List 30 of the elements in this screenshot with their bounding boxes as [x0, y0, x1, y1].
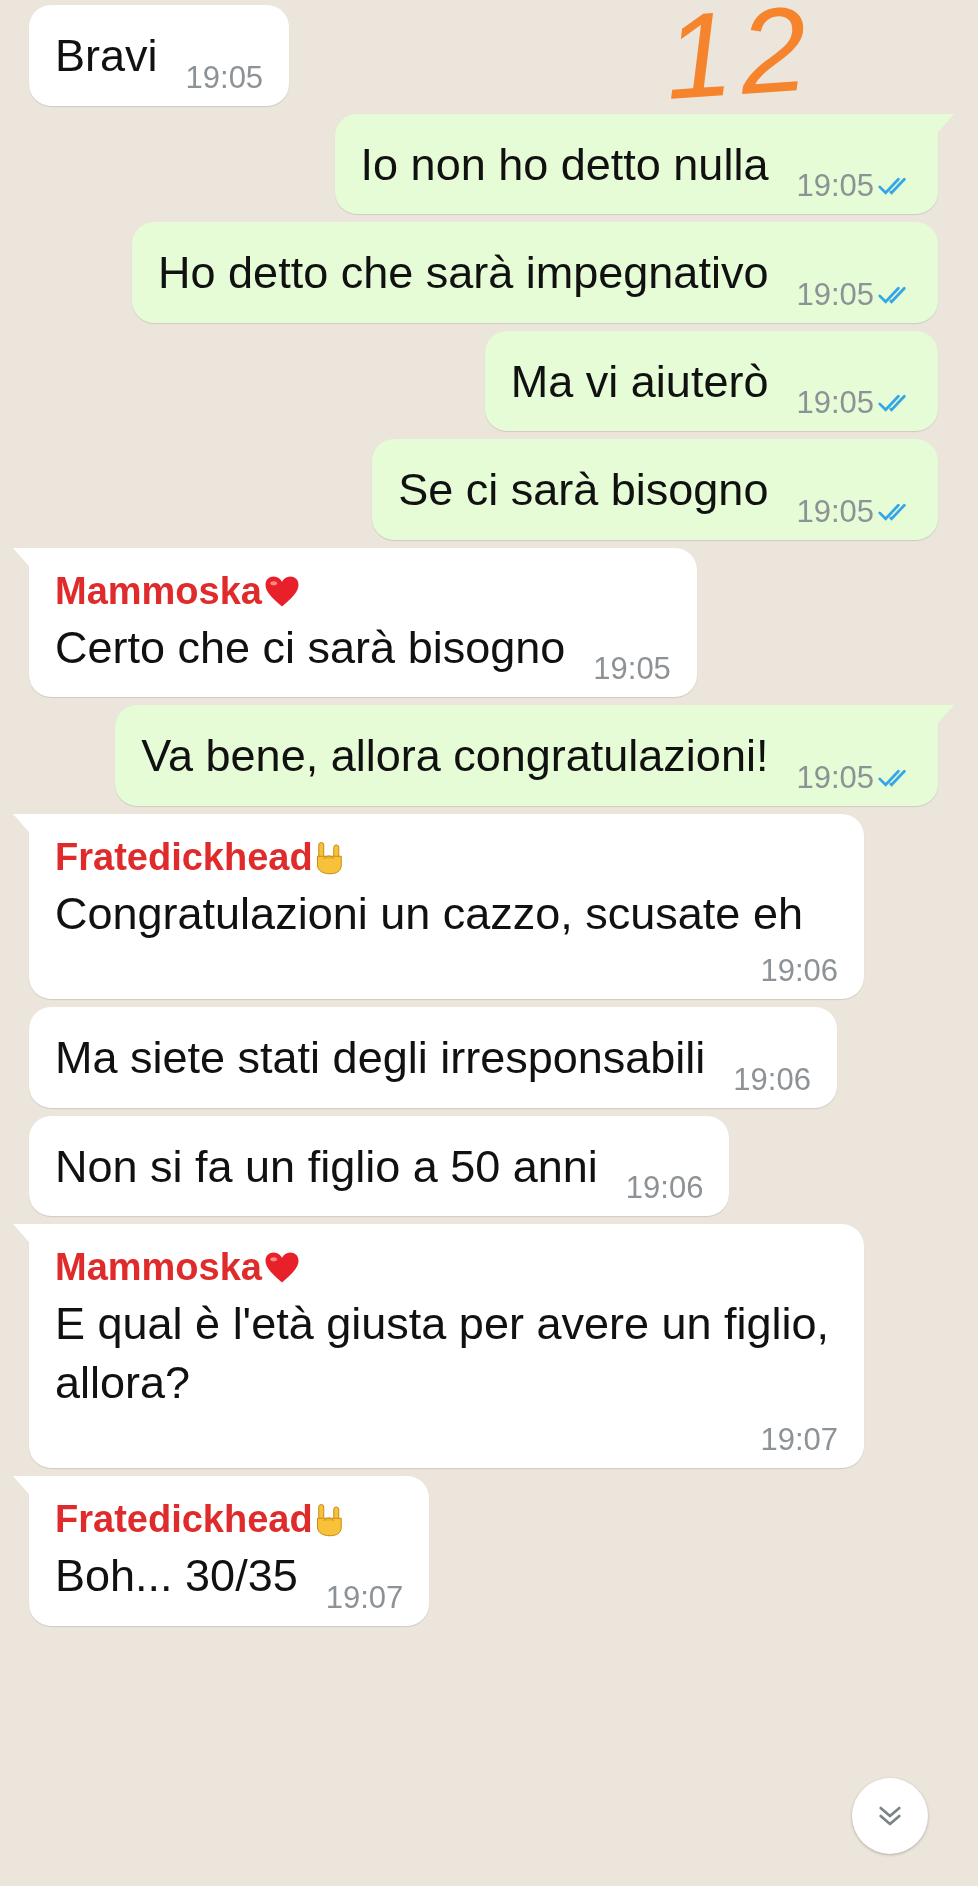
message-time: 19:06 — [760, 953, 838, 989]
message-text: Io non ho detto nulla — [360, 137, 769, 192]
message-time: 19:05 — [796, 385, 874, 421]
handwritten-number: 12 — [661, 0, 819, 118]
message-text: Non si fa un figlio a 50 anni — [55, 1139, 598, 1194]
message-text: Se ci sarà bisogno — [398, 463, 769, 517]
message-text: Certo che ci sarà bisogno — [55, 620, 566, 675]
message-text: Ma vi aiuterò — [510, 354, 769, 409]
sender-name: Fratedickhead — [55, 1498, 313, 1541]
message-time: 19:06 — [625, 1170, 704, 1206]
message-time: 19:05 — [796, 276, 874, 313]
scroll-down-button[interactable] — [852, 1778, 928, 1854]
message-text: Va bene, allora congratulazioni! — [141, 729, 769, 783]
message-text: Congratulazioni un cazzo, scusate eh — [55, 886, 803, 941]
message-time: 19:05 — [185, 59, 264, 96]
message-time: 19:05 — [796, 168, 874, 204]
sender-name: Mammoska — [55, 1246, 262, 1289]
message-time: 19:07 — [760, 1422, 838, 1458]
message-text: E qual è l'età giusta per avere un figlio, allora? — [55, 1297, 831, 1410]
message-text: Ho detto che sarà impegnativo — [158, 246, 769, 300]
message-text: Bravi — [55, 29, 158, 83]
message-time: 19:05 — [593, 651, 671, 687]
message-time: 19:07 — [325, 1579, 404, 1616]
message-text: Boh... 30/35 — [55, 1549, 298, 1603]
message-text: Ma siete stati degli irresponsabili — [55, 1031, 706, 1085]
sender-name: Fratedickhead — [55, 835, 313, 879]
message-time: 19:05 — [796, 759, 874, 796]
message-time: 19:05 — [796, 493, 874, 530]
sender-name: Mammoska — [55, 569, 262, 613]
message-time: 19:06 — [733, 1061, 811, 1098]
